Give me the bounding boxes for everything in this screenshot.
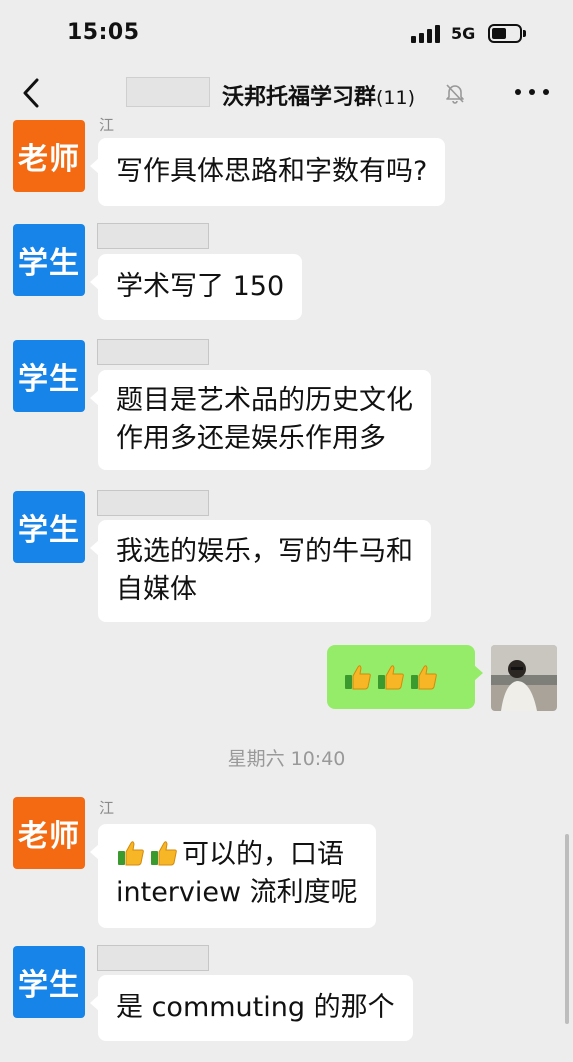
redacted-sender-name <box>97 339 209 365</box>
redacted-sender-name <box>97 490 209 516</box>
avatar[interactable]: 学生 <box>13 224 85 296</box>
thumbs-up-icon <box>118 841 144 866</box>
message-bubble[interactable]: 可以的，口语 interview 流利度呢 <box>90 824 376 928</box>
redacted-sender-name <box>97 945 209 971</box>
message-bubble[interactable]: 题目是艺术品的历史文化 作用多还是娱乐作用多 <box>90 370 431 470</box>
timestamp: 星期六 10:40 <box>227 748 346 770</box>
message-bubble[interactable]: 写作具体思路和字数有吗? <box>89 138 446 206</box>
redacted-block <box>126 77 210 107</box>
avatar[interactable]: 老师 <box>13 797 85 869</box>
thumbs-up-icon <box>345 665 371 690</box>
my-message-bubble[interactable] <box>327 645 483 709</box>
avatar[interactable]: 学生 <box>13 491 85 563</box>
muted-bell-icon <box>444 82 466 104</box>
status-time: 15:05 <box>67 20 140 45</box>
message-text-line: 自媒体 <box>116 574 197 605</box>
scrollbar[interactable] <box>565 834 569 1024</box>
member-count: (11) <box>376 87 416 109</box>
avatar[interactable]: 老师 <box>13 120 85 192</box>
avatar[interactable]: 学生 <box>13 946 85 1018</box>
redacted-sender-name <box>97 223 209 249</box>
message-text-line: 作用多还是娱乐作用多 <box>116 423 386 454</box>
thumbs-up-icon <box>151 841 177 866</box>
message-text-line: 我选的娱乐，写的牛马和 <box>116 536 413 567</box>
my-avatar[interactable] <box>491 645 557 711</box>
network-type: 5G <box>451 24 476 43</box>
chat-title[interactable]: 沃邦托福学习群(11) <box>222 79 415 111</box>
message-text: 是 commuting 的那个 <box>116 992 395 1023</box>
message-text-line: 题目是艺术品的历史文化 <box>116 385 413 416</box>
message-bubble[interactable]: 我选的娱乐，写的牛马和 自媒体 <box>90 520 431 622</box>
avatar[interactable]: 学生 <box>13 340 85 412</box>
chat-header: 沃邦托福学习群(11) <box>0 66 573 120</box>
profile-photo-image <box>491 645 557 711</box>
status-bar: 15:05 5G <box>0 0 573 66</box>
message-text-line: 可以的，口语 <box>116 836 358 874</box>
back-button[interactable] <box>18 76 48 110</box>
chevron-left-icon <box>23 78 39 108</box>
signal-icon <box>411 25 441 43</box>
message-bubble[interactable]: 学术写了 150 <box>89 254 303 320</box>
chat-screen: 15:05 5G 沃邦托福学习群(11) 江 老师 写作具体思路和字数有吗? 学… <box>0 0 573 1062</box>
message-bubble[interactable]: 是 commuting 的那个 <box>90 975 413 1041</box>
more-options-button[interactable] <box>515 89 551 97</box>
thumbs-up-icon <box>411 665 437 690</box>
sender-name: 江 <box>99 799 115 817</box>
message-text: 可以的，口语 <box>182 839 344 870</box>
message-text: 写作具体思路和字数有吗? <box>116 156 428 187</box>
thumbs-up-icon <box>378 665 404 690</box>
group-name: 沃邦托福学习群 <box>222 85 377 110</box>
message-text-line: interview 流利度呢 <box>116 877 358 908</box>
battery-icon <box>488 24 526 43</box>
message-text: 学术写了 150 <box>116 271 285 302</box>
sender-name: 江 <box>99 116 115 134</box>
